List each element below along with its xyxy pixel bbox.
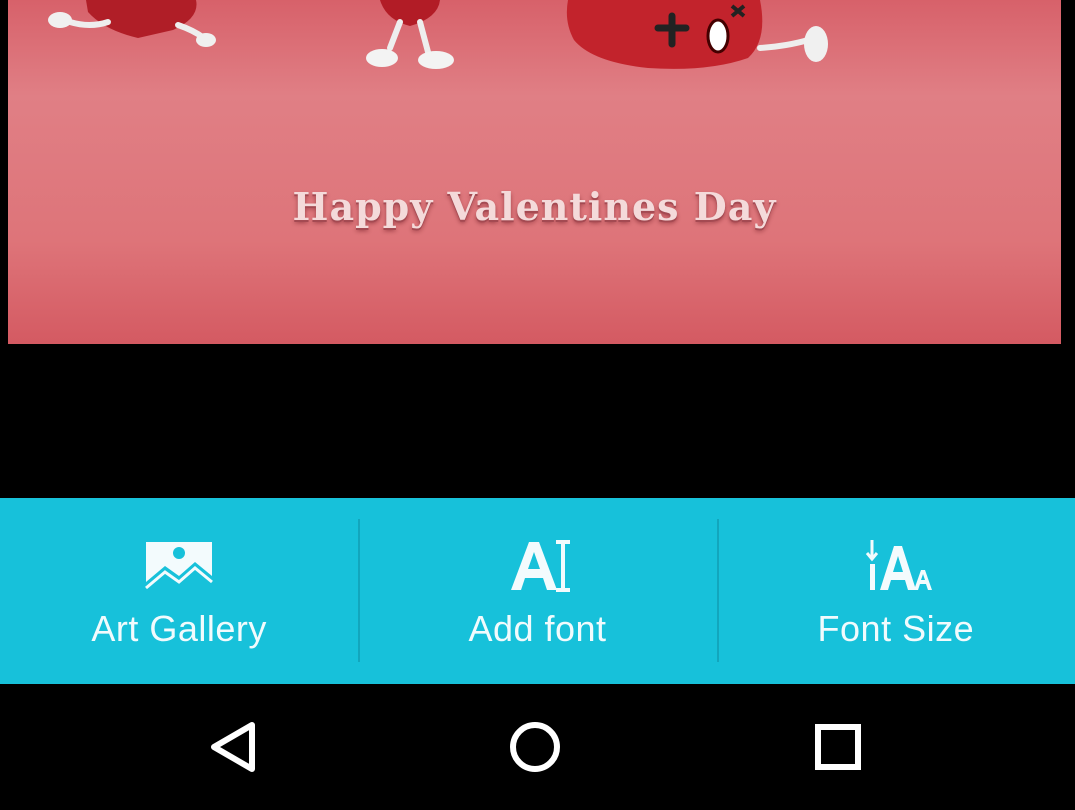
font-size-icon — [865, 540, 932, 590]
image-icon — [145, 542, 214, 590]
back-icon[interactable] — [194, 707, 274, 787]
text-cursor-icon — [511, 540, 571, 592]
valentine-card-image: Happy Valentines Day — [8, 0, 1061, 344]
add-font-button[interactable]: Add font — [358, 498, 716, 684]
system-navigation-bar — [0, 684, 1075, 810]
font-size-label: Font Size — [817, 608, 975, 649]
home-icon[interactable] — [495, 707, 575, 787]
editor-toolbar: Art Gallery Add font Font Size — [0, 498, 1075, 684]
middle-heart-character — [366, 0, 454, 69]
left-heart-character — [48, 0, 216, 47]
add-font-label: Add font — [468, 608, 607, 649]
cartoon-hearts-illustration — [48, 0, 828, 69]
art-gallery-button[interactable]: Art Gallery — [0, 498, 358, 684]
font-size-button[interactable]: Font Size — [716, 498, 1075, 684]
greeting-text: Happy Valentines Day — [292, 184, 777, 229]
art-gallery-label: Art Gallery — [91, 608, 267, 649]
recents-icon[interactable] — [798, 707, 878, 787]
right-heart-character — [566, 0, 828, 69]
